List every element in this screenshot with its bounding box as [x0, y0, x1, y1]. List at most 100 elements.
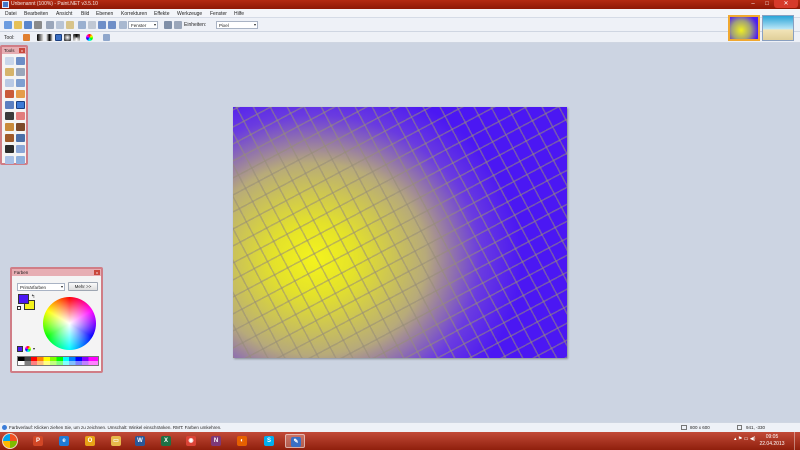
tool-options-toolbar: Tool:	[0, 32, 800, 43]
taskbar-app-excel[interactable]: X	[156, 434, 176, 448]
chevron-down-icon[interactable]: ▾	[33, 346, 35, 351]
more-button[interactable]: Mehr >>	[68, 282, 98, 291]
outlook-icon: O	[85, 436, 95, 446]
alpha-mode-icon[interactable]	[103, 34, 110, 41]
radial-gradient-icon[interactable]	[64, 34, 71, 41]
text-tool-icon[interactable]	[5, 145, 14, 153]
taskbar-app-powerpoint[interactable]: P	[28, 434, 48, 448]
taskbar-app-internet-explorer[interactable]: e	[54, 434, 74, 448]
taskbar-app-outlook[interactable]: O	[80, 434, 100, 448]
color-mode-icon[interactable]	[86, 34, 93, 41]
menu-ebenen[interactable]: Ebenen	[96, 11, 113, 17]
zoom-value: Fenster	[131, 23, 147, 28]
colors-window-close-button[interactable]: x	[94, 270, 100, 275]
magic-wand-tool-icon[interactable]	[5, 90, 14, 98]
units-label: Einheiten:	[184, 22, 207, 28]
menu-korrekturen[interactable]: Korrekturen	[121, 11, 147, 17]
menu-datei[interactable]: Datei	[5, 11, 17, 17]
menu-bearbeiten[interactable]: Bearbeiten	[24, 11, 48, 17]
print-icon[interactable]	[34, 21, 42, 29]
linear-gradient-icon[interactable]	[37, 34, 44, 41]
taskbar-app-onenote[interactable]: N	[206, 434, 226, 448]
ruler-icon[interactable]	[174, 21, 182, 29]
pan-tool-icon[interactable]	[16, 90, 25, 98]
rectangle-select-tool-icon[interactable]	[5, 57, 14, 65]
gradient-tool-icon[interactable]	[23, 34, 30, 41]
gradient-tool-icon[interactable]	[16, 101, 25, 109]
tools-window-close-button[interactable]: x	[19, 48, 25, 53]
app-icon[interactable]	[2, 1, 9, 8]
color-palette[interactable]	[17, 356, 99, 366]
taskbar-app-chrome[interactable]: ◉	[181, 434, 201, 448]
clock-time: 09:05	[765, 434, 779, 440]
palette-select-value: Primärfarben	[20, 285, 47, 290]
grid-icon[interactable]	[164, 21, 172, 29]
internet-explorer-icon: e	[59, 436, 69, 446]
zoom-tool-icon[interactable]	[16, 79, 25, 87]
menu-werkzeuge[interactable]: Werkzeuge	[177, 11, 202, 17]
move-tool-icon[interactable]	[16, 57, 25, 65]
rounded-rectangle-tool-icon[interactable]	[16, 156, 25, 164]
eraser-tool-icon[interactable]	[16, 112, 25, 120]
clock[interactable]: 09:05 22.04.2013	[752, 434, 792, 448]
menu-hilfe[interactable]: Hilfe	[234, 11, 244, 17]
menu-effekte[interactable]: Effekte	[154, 11, 169, 17]
cut-icon[interactable]	[46, 21, 54, 29]
image-canvas[interactable]	[233, 107, 567, 358]
image-thumbnail-beach[interactable]	[762, 15, 794, 41]
color-picker-tool-icon[interactable]	[16, 123, 25, 131]
new-image-icon[interactable]	[4, 21, 12, 29]
line-tool-icon[interactable]	[16, 145, 25, 153]
paste-icon[interactable]	[66, 21, 74, 29]
redo-icon[interactable]	[108, 21, 116, 29]
paint-net-icon: ✎	[291, 437, 301, 447]
menu-bild[interactable]: Bild	[81, 11, 89, 17]
swap-colors-icon[interactable]: ↰	[31, 294, 35, 300]
word-icon: W	[135, 436, 145, 446]
title-bar: Unbenannt (100%) - Paint.NET v3.5.10 – □…	[0, 0, 800, 9]
palette-select[interactable]: Primärfarben ▾	[17, 283, 65, 291]
crop-icon[interactable]	[78, 21, 86, 29]
copy-icon[interactable]	[56, 21, 64, 29]
color-wheel[interactable]	[43, 297, 96, 350]
paintbrush-tool-icon[interactable]	[5, 112, 14, 120]
taskbar-app-skype[interactable]: S	[259, 434, 279, 448]
firefox-icon: ◐	[237, 436, 247, 446]
show-desktop-button[interactable]	[794, 432, 800, 450]
ellipse-select-tool-icon[interactable]	[5, 79, 14, 87]
recolor-tool-icon[interactable]	[16, 134, 25, 142]
conical-gradient-icon[interactable]	[73, 34, 80, 41]
move-selection-tool-icon[interactable]	[16, 68, 25, 76]
menu-ansicht[interactable]: Ansicht	[56, 11, 72, 17]
chevron-down-icon: ▾	[253, 22, 256, 27]
reset-colors-icon[interactable]	[17, 306, 21, 310]
palette-menu-icon[interactable]	[25, 346, 31, 352]
pencil-tool-icon[interactable]	[5, 123, 14, 131]
primary-color-indicator[interactable]	[17, 346, 23, 352]
primary-color-swatch[interactable]	[18, 294, 29, 304]
start-button[interactable]	[2, 433, 18, 449]
reflected-gradient-icon[interactable]	[46, 34, 53, 41]
image-thumbnail-active[interactable]	[728, 15, 760, 41]
open-icon[interactable]	[14, 21, 22, 29]
minimize-button[interactable]: –	[746, 0, 760, 8]
deselect-icon[interactable]	[88, 21, 96, 29]
paint-bucket-tool-icon[interactable]	[5, 101, 14, 109]
close-button[interactable]: ✕	[774, 0, 798, 8]
lasso-tool-icon[interactable]	[5, 68, 14, 76]
taskbar-app-word[interactable]: W	[130, 434, 150, 448]
maximize-button[interactable]: □	[760, 0, 774, 8]
taskbar-app-explorer[interactable]: ▭	[106, 434, 126, 448]
clone-stamp-tool-icon[interactable]	[5, 134, 14, 142]
save-icon[interactable]	[24, 21, 32, 29]
taskbar-app-firefox[interactable]: ◐	[232, 434, 252, 448]
diamond-gradient-icon[interactable]	[55, 34, 62, 41]
zoom-icon[interactable]	[119, 21, 127, 29]
zoom-select[interactable]: Fenster ▾	[128, 21, 158, 29]
units-value: Pixel	[219, 23, 229, 28]
undo-icon[interactable]	[98, 21, 106, 29]
units-select[interactable]: Pixel ▾	[216, 21, 258, 29]
taskbar-app-paint-net[interactable]: ✎	[285, 434, 305, 448]
rectangle-tool-icon[interactable]	[5, 156, 14, 164]
menu-fenster[interactable]: Fenster	[210, 11, 227, 17]
